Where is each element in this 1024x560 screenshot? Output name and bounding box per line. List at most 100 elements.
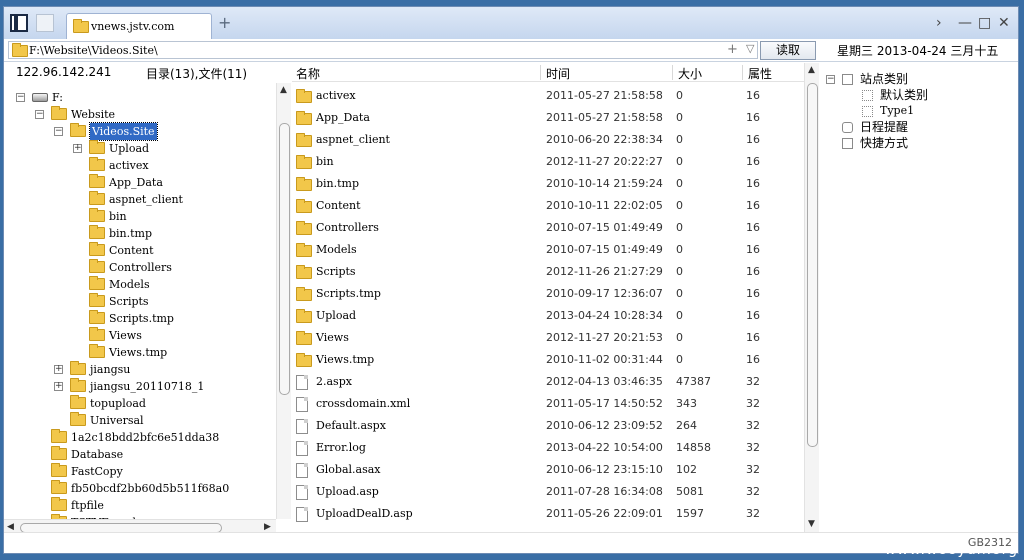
collapse-icon[interactable]: −: [54, 127, 63, 136]
tree-node[interactable]: + Upload: [4, 140, 276, 157]
file-row[interactable]: Scripts.tmp 2010-09-17 12:36:07 0 16: [292, 283, 804, 305]
tree-node[interactable]: topupload: [4, 395, 276, 412]
tree-node[interactable]: + jiangsu: [4, 361, 276, 378]
directory-tree: − F: − Website − Videos.Site + Upload activex App…: [4, 83, 276, 519]
close-button[interactable]: ✕: [998, 15, 1010, 31]
column-time[interactable]: 时间: [546, 65, 570, 82]
tree-node[interactable]: 1a2c18bdd2bfc6e51dda38: [4, 429, 276, 446]
file-row[interactable]: aspnet_client 2010-06-20 22:38:34 0 16: [292, 129, 804, 151]
collapse-icon[interactable]: −: [826, 75, 835, 84]
file-time: 2013-04-22 10:54:00: [546, 441, 663, 454]
expand-icon[interactable]: +: [73, 144, 82, 153]
tree-node[interactable]: ftpfile: [4, 497, 276, 514]
tree-node[interactable]: − Website: [4, 106, 276, 123]
folder-icon: [73, 19, 89, 33]
tree-node[interactable]: bin: [4, 208, 276, 225]
file-row[interactable]: Controllers 2010-07-15 01:49:49 0 16: [292, 217, 804, 239]
file-row[interactable]: bin 2012-11-27 20:22:27 0 16: [292, 151, 804, 173]
file-row[interactable]: Views.tmp 2010-11-02 00:31:44 0 16: [292, 349, 804, 371]
read-button[interactable]: 读取: [760, 41, 816, 60]
tree-node[interactable]: Content: [4, 242, 276, 259]
file-size: 14858: [676, 441, 711, 454]
file-row[interactable]: UploadDealD.asp 2011-05-26 22:09:01 1597 32: [292, 503, 804, 525]
scroll-thumb[interactable]: [807, 83, 818, 447]
file-row[interactable]: Upload 2013-04-24 10:28:34 0 16: [292, 305, 804, 327]
file-name: Global.asax: [316, 463, 381, 476]
tree-node[interactable]: Universal: [4, 412, 276, 429]
tree-vertical-scrollbar[interactable]: ▲: [276, 83, 291, 519]
file-list-scrollbar[interactable]: ▲ ▼: [804, 63, 819, 533]
expand-icon[interactable]: +: [54, 382, 63, 391]
folder-icon: [89, 157, 105, 171]
tree-node[interactable]: Database: [4, 446, 276, 463]
dir-file-count: 目录(13),文件(11): [146, 67, 248, 81]
tree-node[interactable]: Views.tmp: [4, 344, 276, 361]
tree-node[interactable]: bin.tmp: [4, 225, 276, 242]
file-row[interactable]: activex 2011-05-27 21:58:58 0 16: [292, 85, 804, 107]
tree-node[interactable]: FastCopy: [4, 463, 276, 480]
file-row[interactable]: 2.aspx 2012-04-13 03:46:35 47387 32: [292, 371, 804, 393]
file-time: 2012-11-27 20:21:53: [546, 331, 663, 344]
tree-node[interactable]: fb50bcdf2bb60d5b511f68a0: [4, 480, 276, 497]
file-attr: 32: [746, 375, 760, 388]
scroll-thumb[interactable]: [279, 123, 290, 395]
file-time: 2011-07-28 16:34:08: [546, 485, 663, 498]
file-size: 1597: [676, 507, 704, 520]
category-icon: [862, 90, 873, 101]
tree-node[interactable]: Models: [4, 276, 276, 293]
column-size[interactable]: 大小: [678, 65, 702, 82]
scroll-up-icon[interactable]: ▲: [808, 65, 815, 75]
folder-icon: [51, 429, 67, 443]
dropdown-icon[interactable]: ▽: [746, 42, 754, 55]
tab-vnews[interactable]: vnews.jstv.com: [66, 13, 212, 39]
panel-toggle-button[interactable]: [10, 14, 28, 32]
file-row[interactable]: crossdomain.xml 2011-05-17 14:50:52 343 32: [292, 393, 804, 415]
tree-node[interactable]: Views: [4, 327, 276, 344]
scroll-down-icon[interactable]: ▼: [808, 519, 815, 529]
file-time: 2010-07-15 01:49:49: [546, 243, 663, 256]
tree-node-label: Universal: [90, 414, 144, 427]
minimize-button[interactable]: —: [958, 15, 972, 31]
category-icon: [842, 74, 853, 85]
tree-node[interactable]: Controllers: [4, 259, 276, 276]
tree-node[interactable]: Scripts: [4, 293, 276, 310]
add-tab-button[interactable]: +: [218, 13, 231, 32]
scroll-left-icon[interactable]: ◀: [7, 522, 14, 532]
schedule-label: 日程提醒: [860, 120, 909, 134]
file-name: Upload: [316, 309, 357, 322]
file-attr: 16: [746, 111, 760, 124]
tree-node[interactable]: activex: [4, 157, 276, 174]
folder-icon: [89, 293, 105, 307]
folder-icon: [296, 89, 312, 103]
tree-node[interactable]: App_Data: [4, 174, 276, 191]
file-row[interactable]: Content 2010-10-11 22:02:05 0 16: [292, 195, 804, 217]
file-row[interactable]: Scripts 2012-11-26 21:27:29 0 16: [292, 261, 804, 283]
tree-node[interactable]: − Videos.Site: [4, 122, 276, 141]
column-attr[interactable]: 属性: [748, 65, 772, 82]
tree-node[interactable]: Scripts.tmp: [4, 310, 276, 327]
column-name[interactable]: 名称: [296, 65, 320, 82]
file-row[interactable]: bin.tmp 2010-10-14 21:59:24 0 16: [292, 173, 804, 195]
blank-tab-button[interactable]: [36, 14, 54, 32]
collapse-icon[interactable]: −: [35, 110, 44, 119]
tree-node[interactable]: − F:: [4, 89, 276, 106]
forward-icon[interactable]: ›: [936, 15, 942, 31]
file-row[interactable]: Error.log 2013-04-22 10:54:00 14858 32: [292, 437, 804, 459]
address-input[interactable]: [29, 43, 719, 57]
scroll-right-icon[interactable]: ▶: [264, 522, 271, 532]
tree-node[interactable]: + jiangsu_20110718_1: [4, 378, 276, 395]
tree-node[interactable]: aspnet_client: [4, 191, 276, 208]
file-row[interactable]: Upload.asp 2011-07-28 16:34:08 5081 32: [292, 481, 804, 503]
maximize-button[interactable]: □: [978, 15, 991, 31]
file-name: Views.tmp: [316, 353, 375, 366]
file-row[interactable]: Views 2012-11-27 20:21:53 0 16: [292, 327, 804, 349]
file-row[interactable]: Models 2010-07-15 01:49:49 0 16: [292, 239, 804, 261]
collapse-icon[interactable]: −: [16, 93, 25, 102]
file-row[interactable]: App_Data 2011-05-27 21:58:58 0 16: [292, 107, 804, 129]
add-path-icon[interactable]: +: [727, 42, 738, 57]
address-field[interactable]: + ▽: [8, 41, 758, 59]
file-row[interactable]: Global.asax 2010-06-12 23:15:10 102 32: [292, 459, 804, 481]
file-row[interactable]: Default.aspx 2010-06-12 23:09:52 264 32: [292, 415, 804, 437]
scroll-up-icon[interactable]: ▲: [280, 85, 287, 95]
expand-icon[interactable]: +: [54, 365, 63, 374]
